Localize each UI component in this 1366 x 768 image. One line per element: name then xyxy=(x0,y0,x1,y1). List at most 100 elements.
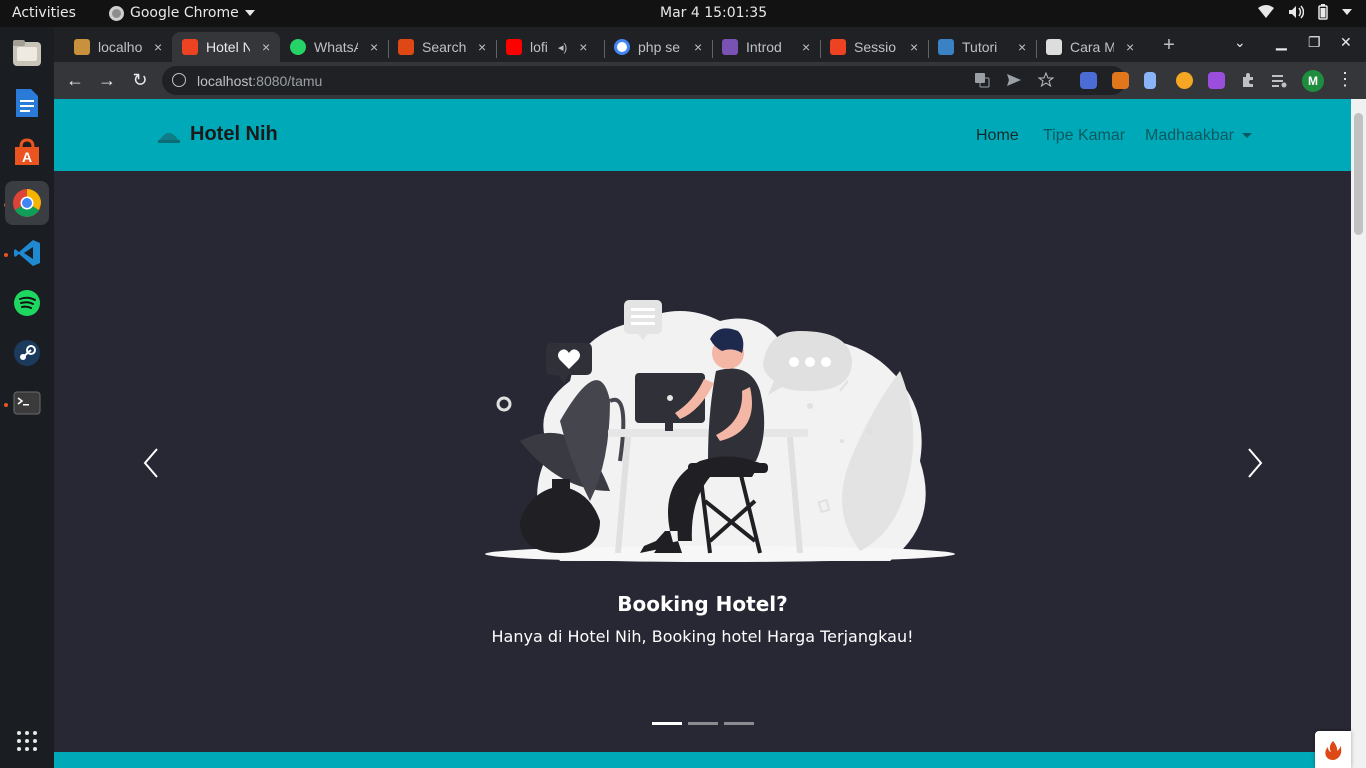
tab-title: Sessio xyxy=(854,39,897,55)
writer-icon[interactable] xyxy=(5,81,49,125)
activities-button[interactable]: Activities xyxy=(12,5,76,21)
extension-k-icon[interactable] xyxy=(1208,72,1225,89)
extension-docs-icon[interactable] xyxy=(1144,72,1156,89)
tab-7[interactable]: Sessio × xyxy=(820,32,928,62)
close-window-icon[interactable]: ✕ xyxy=(1340,34,1352,51)
tab-favicon xyxy=(398,39,414,55)
clock[interactable]: Mar 4 15:01:35 xyxy=(660,5,767,21)
star-icon[interactable] xyxy=(1038,72,1054,88)
close-icon[interactable]: × xyxy=(1018,39,1026,55)
tab-3[interactable]: Search × xyxy=(388,32,496,62)
tab-search-icon[interactable]: ⌄ xyxy=(1234,34,1246,51)
close-icon[interactable]: × xyxy=(1126,39,1134,55)
system-tray[interactable] xyxy=(1258,4,1352,20)
carousel-indicator-2[interactable] xyxy=(688,722,718,725)
tab-title: Search xyxy=(422,39,466,55)
translate-icon[interactable] xyxy=(974,72,990,88)
vscode-icon[interactable] xyxy=(5,231,49,275)
minimize-icon[interactable]: ▁ xyxy=(1276,34,1287,51)
debug-toolbar-toggle[interactable] xyxy=(1315,731,1351,768)
wifi-icon xyxy=(1258,5,1274,18)
show-apps-icon[interactable] xyxy=(5,719,49,763)
tab-favicon xyxy=(938,39,954,55)
carousel-prev-button[interactable] xyxy=(136,443,166,483)
page-scrollbar[interactable] xyxy=(1351,99,1366,768)
carousel-caption-title: Booking Hotel? xyxy=(617,592,788,616)
work-illustration xyxy=(485,300,955,562)
carousel-caption-text: Hanya di Hotel Nih, Booking hotel Harga … xyxy=(491,627,914,646)
user-name: Madhaakbar xyxy=(1145,127,1234,144)
reload-icon[interactable]: ↻ xyxy=(129,69,151,91)
close-icon[interactable]: × xyxy=(370,39,378,55)
menu-icon[interactable]: ⋮ xyxy=(1336,69,1354,90)
tab-favicon xyxy=(1046,39,1062,55)
restore-icon[interactable]: ❐ xyxy=(1308,34,1321,51)
tab-8[interactable]: Tutori × xyxy=(928,32,1036,62)
tab-favicon xyxy=(182,39,198,55)
tab-2[interactable]: WhatsApp × xyxy=(280,32,388,62)
tab-title: lofi xyxy=(530,39,548,55)
profile-avatar[interactable]: M xyxy=(1302,70,1324,92)
new-tab-button[interactable]: + xyxy=(1156,33,1182,59)
tab-title: localhost xyxy=(98,39,142,55)
send-icon[interactable] xyxy=(1006,72,1022,88)
back-icon[interactable]: ← xyxy=(64,69,86,91)
tab-6[interactable]: Introd × xyxy=(712,32,820,62)
extension-translate-icon[interactable] xyxy=(1080,72,1097,89)
dock: A xyxy=(0,27,54,768)
section-strip xyxy=(54,752,1351,768)
system-top-bar: Activities Google Chrome Mar 4 15:01:35 xyxy=(0,0,1366,27)
extensions-puzzle-icon[interactable] xyxy=(1240,72,1257,89)
chrome-icon[interactable] xyxy=(5,181,49,225)
terminal-icon[interactable] xyxy=(5,381,49,425)
close-icon[interactable]: × xyxy=(910,39,918,55)
nav-room-types[interactable]: Tipe Kamar xyxy=(1043,127,1125,145)
tab-strip: localhost × Hotel Nih × WhatsApp × Searc… xyxy=(54,27,1366,62)
carousel-indicator-3[interactable] xyxy=(724,722,754,725)
tab-title: Cara M xyxy=(1070,39,1114,55)
svg-text:A: A xyxy=(22,149,32,165)
extension-coin-icon[interactable] xyxy=(1176,72,1193,89)
scrollbar-thumb[interactable] xyxy=(1354,113,1363,235)
steam-icon[interactable] xyxy=(5,331,49,375)
close-icon[interactable]: × xyxy=(694,39,702,55)
close-icon[interactable]: × xyxy=(478,39,486,55)
url-text[interactable]: localhost:8080/tamu xyxy=(197,73,322,89)
forward-icon[interactable]: → xyxy=(96,69,118,91)
tab-4[interactable]: lofi ◂) × xyxy=(496,32,604,62)
brand-name: Hotel Nih xyxy=(190,123,278,145)
tab-5[interactable]: php se × xyxy=(604,32,712,62)
volume-icon xyxy=(1289,5,1304,19)
tab-title: Tutori xyxy=(962,39,998,55)
spotify-icon[interactable] xyxy=(5,281,49,325)
info-icon[interactable] xyxy=(172,73,186,87)
media-controls-icon[interactable] xyxy=(1271,72,1288,89)
flame-icon xyxy=(1325,741,1342,760)
site-brand[interactable]: Hotel Nih xyxy=(158,123,278,146)
carousel-indicator-1[interactable] xyxy=(652,722,682,725)
software-center-icon[interactable]: A xyxy=(5,131,49,175)
close-icon[interactable]: × xyxy=(154,39,162,55)
extension-metamask-icon[interactable] xyxy=(1112,72,1129,89)
tab-1[interactable]: Hotel Nih × xyxy=(172,32,280,62)
tab-title: Introd xyxy=(746,39,782,55)
chevron-down-icon xyxy=(244,10,255,16)
app-menu[interactable]: Google Chrome xyxy=(109,5,255,21)
tab-favicon xyxy=(74,39,90,55)
nav-home[interactable]: Home xyxy=(976,127,1019,145)
carousel: Booking Hotel? Hanya di Hotel Nih, Booki… xyxy=(54,171,1351,752)
carousel-next-button[interactable] xyxy=(1240,443,1270,483)
files-icon[interactable] xyxy=(5,31,49,75)
browser-toolbar: ← → ↻ localhost:8080/tamu M ⋮ xyxy=(54,62,1366,99)
tab-title: WhatsApp xyxy=(314,39,358,55)
tab-9[interactable]: Cara M × xyxy=(1036,32,1144,62)
close-icon[interactable]: × xyxy=(802,39,810,55)
app-menu-label: Google Chrome xyxy=(130,5,239,21)
address-bar[interactable]: localhost:8080/tamu xyxy=(162,66,1126,95)
tab-0[interactable]: localhost × xyxy=(64,32,172,62)
tab-favicon xyxy=(506,39,522,55)
close-icon[interactable]: × xyxy=(579,39,587,55)
close-icon[interactable]: × xyxy=(262,39,270,55)
tab-favicon xyxy=(830,39,846,55)
nav-user-dropdown[interactable]: Madhaakbar xyxy=(1145,127,1252,145)
